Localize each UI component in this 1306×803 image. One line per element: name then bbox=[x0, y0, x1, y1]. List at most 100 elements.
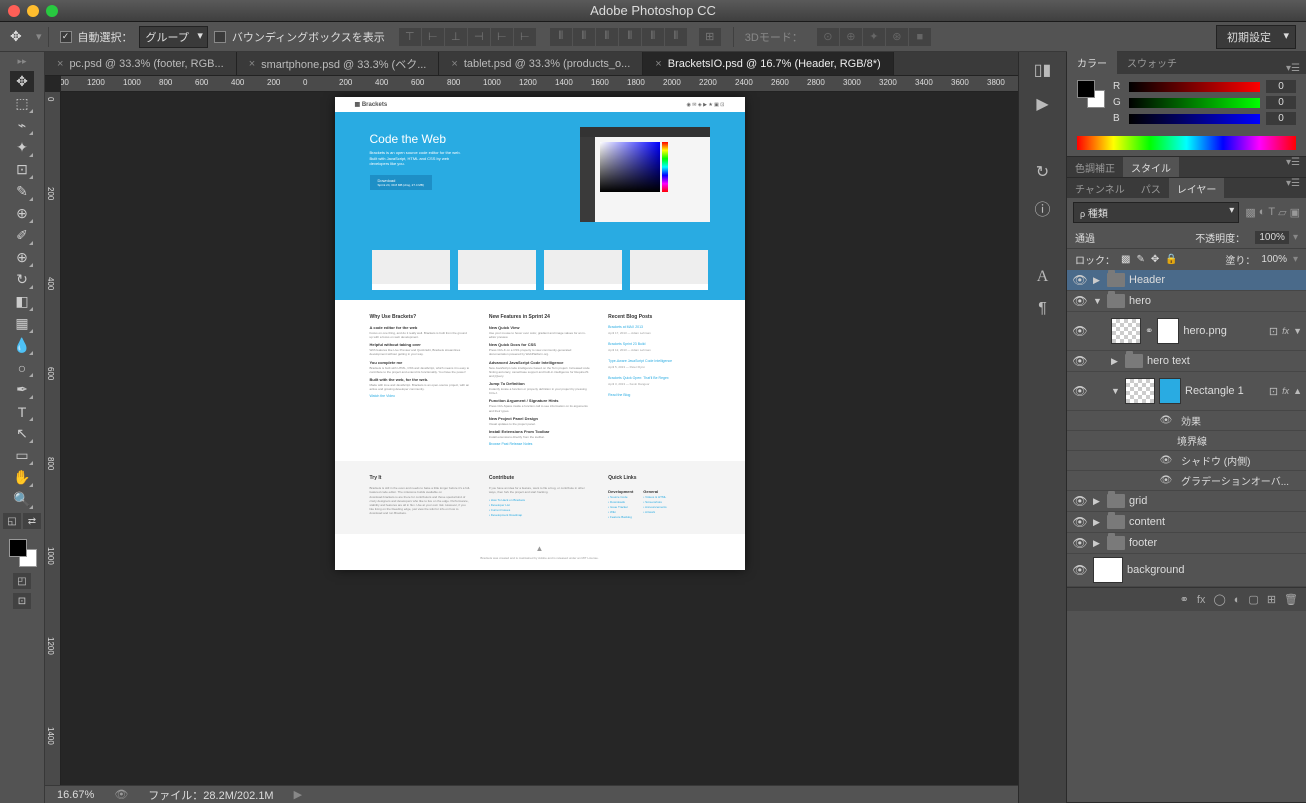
close-tab-icon[interactable]: × bbox=[655, 58, 661, 70]
swatches-tab[interactable]: スウォッチ bbox=[1117, 51, 1187, 74]
align-left[interactable]: ⊣ bbox=[468, 28, 490, 46]
layer-name[interactable]: hero bbox=[1129, 295, 1302, 307]
expand-arrow[interactable]: ▶ bbox=[1093, 496, 1103, 507]
layer-row[interactable]: 👁▶hero text bbox=[1067, 351, 1306, 372]
workspace-select[interactable]: 初期設定 bbox=[1216, 25, 1296, 49]
adjust-layer-icon[interactable]: ◐ bbox=[1234, 594, 1241, 606]
gradient-tool[interactable]: ▦ bbox=[10, 313, 34, 334]
layer-name[interactable]: grid bbox=[1129, 495, 1302, 507]
pen-tool[interactable]: ✒ bbox=[10, 379, 34, 400]
mask-icon[interactable]: ◯ bbox=[1213, 593, 1225, 606]
dist-6[interactable]: ⫴ bbox=[665, 28, 687, 46]
quickmask[interactable]: ◰ bbox=[13, 573, 31, 589]
history-brush-tool[interactable]: ↻ bbox=[10, 269, 34, 290]
layer-name[interactable]: background bbox=[1127, 564, 1302, 576]
layer-name[interactable]: Header bbox=[1129, 274, 1302, 286]
layer-row[interactable]: 👁 ▼ hero bbox=[1067, 291, 1306, 312]
zoom-level[interactable]: 16.67% bbox=[57, 789, 94, 801]
zoom-tool[interactable]: 🔍 bbox=[10, 489, 34, 510]
filter-kind[interactable]: ρ 種類 bbox=[1073, 202, 1239, 223]
layer-effect[interactable]: 👁シャドウ (内側) bbox=[1067, 451, 1306, 471]
dock-history-icon[interactable]: ↻ bbox=[1036, 162, 1049, 182]
layer-row[interactable]: 👁▶Header bbox=[1067, 270, 1306, 291]
visibility-icon[interactable]: 👁 bbox=[1071, 494, 1089, 508]
layer-row[interactable]: 👁▼Rectangle 1⊡fx▲ bbox=[1067, 372, 1306, 411]
hand-tool[interactable]: ✋ bbox=[10, 467, 34, 488]
document-tab[interactable]: ×smartphone.psd @ 33.3% (ベク... bbox=[237, 52, 440, 75]
expand-arrow[interactable]: ▼ bbox=[1093, 296, 1103, 306]
canvas[interactable]: ▦ Brackets ◉ ✉ ◈ ▶ ★ ▣ ⊡ Code the Web Br… bbox=[61, 92, 1018, 785]
zoom-window[interactable] bbox=[46, 5, 58, 17]
stamp-tool[interactable]: ⊕ bbox=[10, 247, 34, 268]
wand-tool[interactable]: ✦ bbox=[10, 137, 34, 158]
layer-effect[interactable]: 👁効果 bbox=[1067, 411, 1306, 431]
horizontal-ruler[interactable]: 1400120010008006004002000200400600800100… bbox=[61, 76, 1018, 92]
healing-tool[interactable]: ⊕ bbox=[10, 203, 34, 224]
brush-tool[interactable]: ✐ bbox=[10, 225, 34, 246]
eyedropper-tool[interactable]: ✎ bbox=[10, 181, 34, 202]
filter-smart-icon[interactable]: ▣ bbox=[1290, 206, 1300, 219]
autoselect-type-select[interactable]: グループ bbox=[139, 26, 208, 48]
move-tool[interactable]: ✥ bbox=[10, 71, 34, 92]
close-tab-icon[interactable]: × bbox=[57, 58, 63, 70]
layers-tab[interactable]: レイヤー bbox=[1169, 178, 1225, 198]
tools-grip[interactable]: ▸▸ bbox=[17, 56, 26, 67]
dock-info-icon[interactable]: ⓘ bbox=[1034, 196, 1050, 220]
visibility-icon[interactable]: 👁 bbox=[1071, 324, 1089, 338]
fx-badge[interactable]: fx bbox=[1282, 386, 1289, 396]
close-tab-icon[interactable]: × bbox=[451, 58, 457, 70]
close-tab-icon[interactable]: × bbox=[249, 58, 255, 70]
color-tab[interactable]: カラー bbox=[1067, 51, 1117, 74]
link-icon[interactable]: ⊡ bbox=[1269, 325, 1278, 338]
layers-list[interactable]: 👁▶Header👁▼hero👁⚭hero.png⊡fx▼👁▶hero text👁… bbox=[1067, 270, 1306, 587]
file-info[interactable]: ファイル：28.2M/202.1M bbox=[148, 787, 273, 803]
crop-tool[interactable]: ⊡ bbox=[10, 159, 34, 180]
link-layers-icon[interactable]: ⚭ bbox=[1180, 593, 1189, 606]
auto-align[interactable]: ⊞ bbox=[699, 28, 721, 46]
eraser-tool[interactable]: ◧ bbox=[10, 291, 34, 312]
color-swatches[interactable] bbox=[1077, 80, 1105, 108]
panel-menu-icon[interactable]: ▾☰ bbox=[1280, 157, 1306, 177]
dist-2[interactable]: ⫴ bbox=[573, 28, 595, 46]
visibility-icon[interactable]: 👁 bbox=[1071, 384, 1089, 398]
layer-name[interactable]: Rectangle 1 bbox=[1185, 385, 1265, 397]
align-vcenter[interactable]: ⊢ bbox=[422, 28, 444, 46]
minimize-window[interactable] bbox=[27, 5, 39, 17]
lock-pixel-icon[interactable]: ✎ bbox=[1136, 254, 1144, 265]
expand-arrow[interactable]: ▶ bbox=[1111, 356, 1121, 367]
panel-menu-icon[interactable]: ▾☰ bbox=[1280, 178, 1306, 198]
b-slider[interactable] bbox=[1129, 114, 1260, 124]
shape-tool[interactable]: ▭ bbox=[10, 445, 34, 466]
panel-menu-icon[interactable]: ▾☰ bbox=[1280, 63, 1306, 74]
r-slider[interactable] bbox=[1129, 82, 1260, 92]
layer-name[interactable]: content bbox=[1129, 516, 1302, 528]
expand-arrow[interactable]: ▶ bbox=[1093, 517, 1103, 528]
align-bottom[interactable]: ⊥ bbox=[445, 28, 467, 46]
document-tab[interactable]: ×BracketsIO.psd @ 16.7% (Header, RGB/8*) bbox=[643, 52, 893, 75]
layer-row[interactable]: 👁▶footer bbox=[1067, 533, 1306, 554]
document-tab[interactable]: ×tablet.psd @ 33.3% (products_o... bbox=[439, 52, 643, 75]
spectrum[interactable] bbox=[1077, 136, 1296, 150]
blur-tool[interactable]: 💧 bbox=[10, 335, 34, 356]
dist-4[interactable]: ⫴ bbox=[619, 28, 641, 46]
dock-para-icon[interactable]: ¶ bbox=[1038, 300, 1047, 318]
link-icon[interactable]: ⊡ bbox=[1269, 385, 1278, 398]
dist-5[interactable]: ⫴ bbox=[642, 28, 664, 46]
filter-pixel-icon[interactable]: ▩ bbox=[1245, 206, 1255, 219]
expand-arrow[interactable]: ▶ bbox=[1093, 275, 1103, 286]
filter-shape-icon[interactable]: ▱ bbox=[1278, 206, 1286, 219]
close-window[interactable] bbox=[8, 5, 20, 17]
align-hcenter[interactable]: ⊢ bbox=[491, 28, 513, 46]
foreground-swatch[interactable] bbox=[9, 539, 27, 557]
delete-layer-icon[interactable]: 🗑 bbox=[1284, 593, 1298, 606]
opacity-value[interactable]: 100% bbox=[1255, 231, 1289, 244]
screenmode[interactable]: ⊡ bbox=[13, 593, 31, 609]
b-value[interactable]: 0 bbox=[1266, 112, 1296, 125]
move-tool-icon[interactable]: ✥ bbox=[10, 28, 30, 45]
styles-tab[interactable]: スタイル bbox=[1123, 157, 1179, 177]
layer-row[interactable]: 👁 ▶ grid bbox=[1067, 491, 1306, 512]
lock-trans-icon[interactable]: ▩ bbox=[1121, 254, 1130, 265]
lasso-tool[interactable]: ⌁ bbox=[10, 115, 34, 136]
new-group-icon[interactable]: ▢ bbox=[1248, 593, 1258, 606]
visibility-icon[interactable]: 👁 bbox=[1071, 294, 1089, 308]
